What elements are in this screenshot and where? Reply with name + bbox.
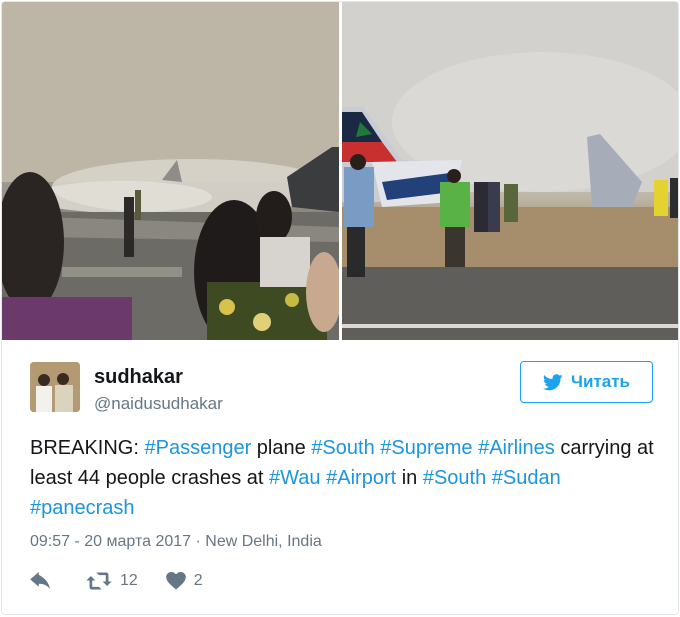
text-segment: plane [251, 437, 312, 459]
text-segment: in [396, 467, 423, 489]
hashtag-link[interactable]: #South [311, 437, 374, 459]
follow-button[interactable]: Читать [520, 361, 653, 403]
heart-icon [165, 572, 186, 590]
tweet-text: BREAKING: #Passenger plane #South #Supre… [30, 433, 660, 523]
retweet-icon [86, 572, 112, 590]
text-segment: BREAKING: [30, 437, 145, 459]
avatar-image [30, 362, 80, 412]
tweet-card: sudhakar @naidusudhakar Читать BREAKING:… [1, 1, 679, 615]
hashtag-link[interactable]: #Sudan [492, 467, 561, 489]
tweet-location[interactable]: New Delhi, India [205, 533, 322, 550]
hashtag-link[interactable]: #Airport [326, 467, 396, 489]
hashtag-link[interactable]: #panecrash [30, 497, 135, 519]
hashtag-link[interactable]: #Passenger [144, 437, 251, 459]
meta-separator: · [195, 533, 201, 550]
like-button[interactable]: 2 [165, 572, 203, 590]
hashtag-link[interactable]: #Supreme [380, 437, 472, 459]
reply-button[interactable] [30, 572, 52, 590]
like-count: 2 [193, 572, 203, 589]
photo-grid[interactable] [2, 2, 678, 340]
author-username[interactable]: @naidusudhakar [94, 394, 223, 414]
crash-photo-right-drawing [342, 2, 678, 340]
avatar[interactable] [30, 362, 80, 412]
hashtag-link[interactable]: #South [423, 467, 486, 489]
author-display-name[interactable]: sudhakar [94, 366, 183, 389]
crash-photo-left[interactable] [2, 2, 339, 340]
tweet-meta: 09:57 - 20 марта 2017 · New Delhi, India [30, 533, 322, 551]
crash-photo-left-drawing [2, 2, 339, 340]
retweet-count: 12 [120, 572, 138, 589]
tweet-header: sudhakar @naidusudhakar Читать [2, 340, 678, 420]
hashtag-link[interactable]: #Wau [269, 467, 321, 489]
tweet-timestamp[interactable]: 09:57 - 20 марта 2017 [30, 533, 191, 550]
reply-icon [30, 572, 50, 590]
follow-button-label: Читать [571, 372, 630, 391]
twitter-bird-icon [543, 373, 563, 390]
tweet-actions: 12 2 [30, 569, 203, 593]
retweet-button[interactable]: 12 [86, 572, 138, 590]
crash-photo-right[interactable] [342, 2, 678, 340]
hashtag-link[interactable]: #Airlines [478, 437, 555, 459]
